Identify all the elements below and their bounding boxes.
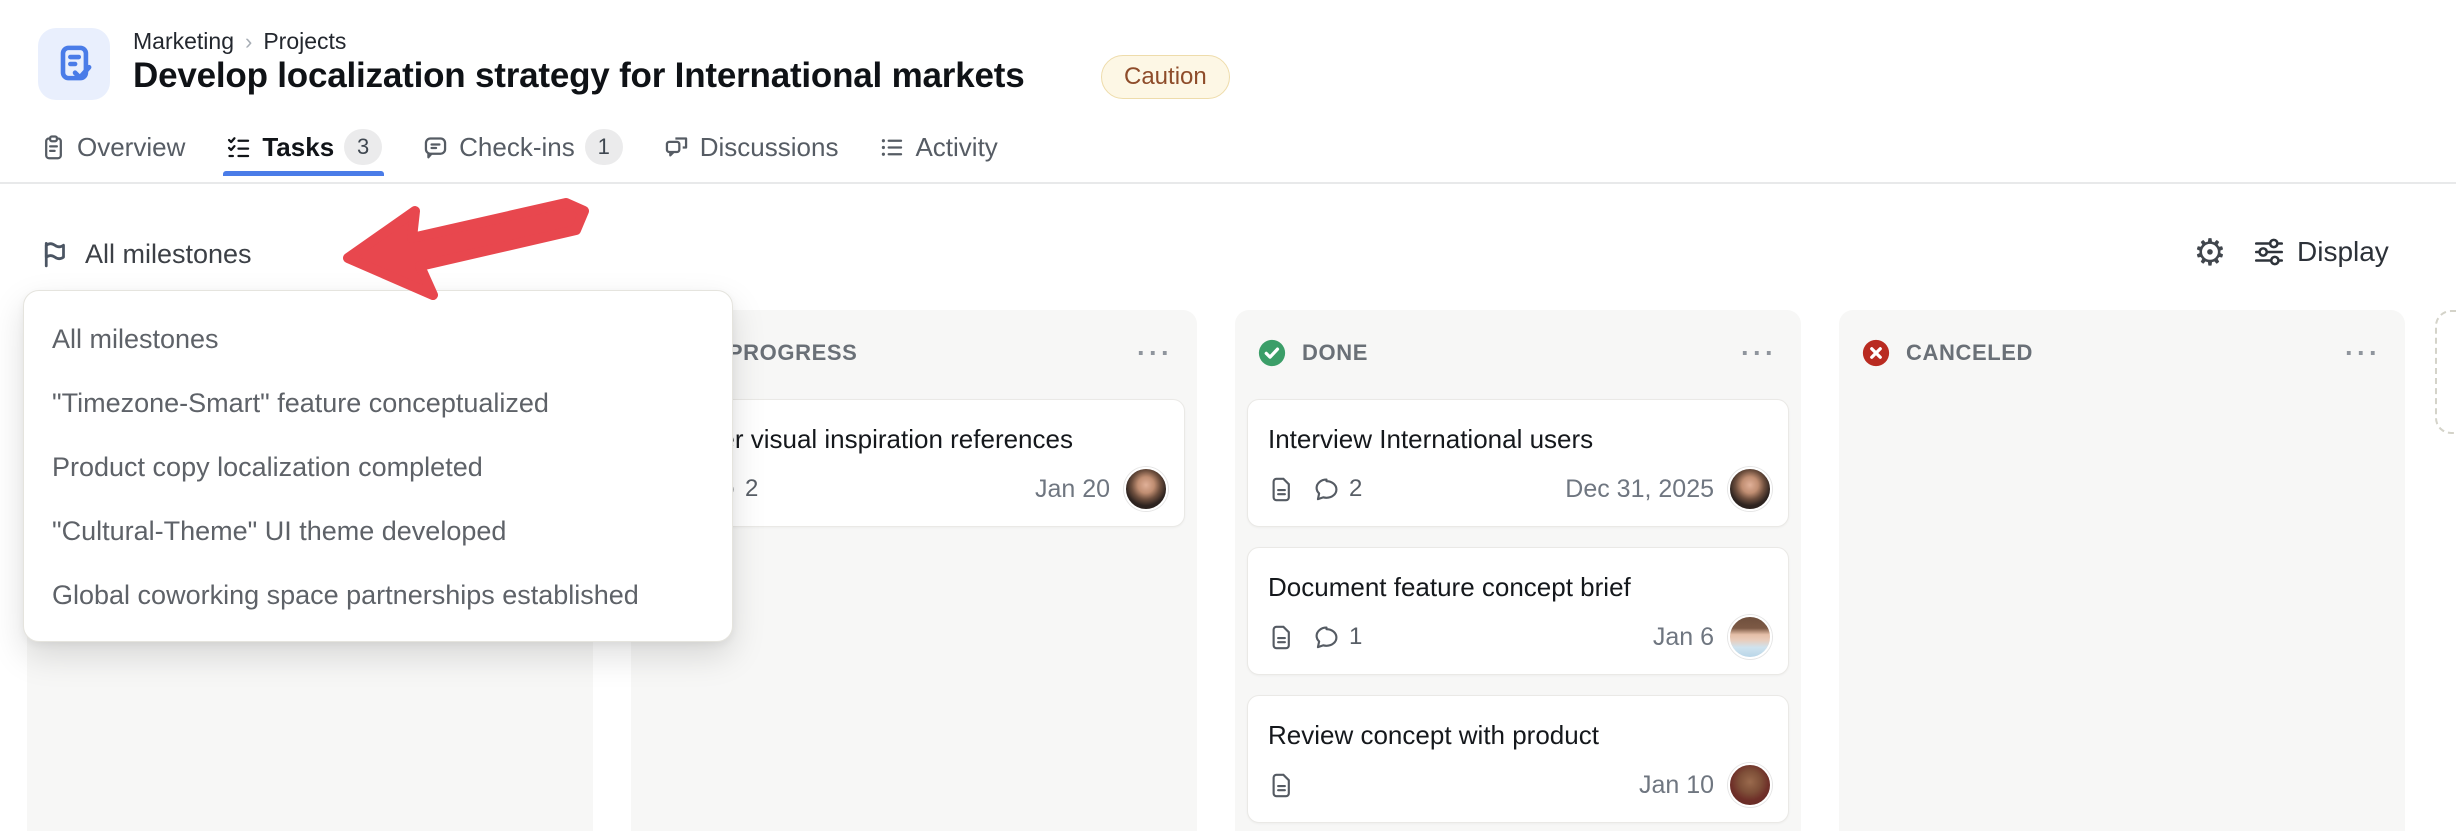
milestone-filter-label: All milestones — [85, 238, 252, 269]
canceled-x-icon — [1862, 339, 1890, 367]
description-icon — [1272, 477, 1290, 501]
breadcrumb-item-projects[interactable]: Projects — [263, 28, 346, 55]
assignee-avatar — [1728, 615, 1772, 659]
tab-label: Activity — [915, 131, 998, 162]
column-label: CANCELED — [1906, 340, 2034, 365]
card-meta: Jan 10 — [1268, 763, 1772, 807]
task-card[interactable]: Interview International users 2 Dec 31, … — [1247, 399, 1789, 527]
project-board-page: Marketing › Projects Develop localizatio… — [0, 0, 2456, 831]
speech-bubble-icon — [424, 136, 447, 158]
checklist-icon — [228, 136, 250, 157]
board-column-done: DONE ··· Interview International users 2… — [1235, 310, 1801, 831]
sliders-icon — [2254, 238, 2284, 266]
dropdown-item-timezone-smart[interactable]: "Timezone-Smart" feature conceptualized — [24, 371, 732, 435]
comment-icon — [1315, 478, 1338, 500]
tab-label: Discussions — [699, 131, 839, 162]
clipboard-icon — [45, 134, 62, 159]
card-meta: 1 Jan 6 — [1268, 615, 1772, 659]
description-icon — [1272, 625, 1290, 649]
column-menu-button[interactable]: ··· — [2345, 340, 2381, 367]
display-button[interactable]: Display — [2252, 232, 2389, 272]
tab-check-ins[interactable]: Check-ins 1 — [422, 129, 623, 165]
comments-indicator: 1 — [1313, 623, 1362, 651]
comments-indicator: 2 — [1313, 475, 1362, 503]
due-date: Jan 20 — [1034, 474, 1110, 503]
page-title: Develop localization strategy for Intern… — [133, 56, 1025, 95]
milestone-dropdown-menu: All milestones "Timezone-Smart" feature … — [23, 290, 733, 642]
column-menu-button[interactable]: ··· — [1137, 340, 1173, 367]
board-column-canceled: CANCELED ··· — [1839, 310, 2405, 831]
comment-count: 2 — [1349, 475, 1363, 502]
card-meta: 2 Jan 20 — [664, 467, 1168, 511]
task-card[interactable]: Review concept with product Jan 10 — [1247, 695, 1789, 823]
tab-label: Tasks — [262, 131, 335, 162]
tab-bar-divider — [0, 182, 2456, 184]
display-button-label: Display — [2297, 236, 2389, 267]
card-title: Review concept with product — [1268, 720, 1599, 750]
assignee-avatar — [1728, 763, 1772, 807]
due-date: Dec 31, 2025 — [1565, 474, 1714, 503]
comment-icon — [1315, 626, 1338, 648]
comment-count: 1 — [1349, 623, 1363, 650]
dropdown-item-global-coworking[interactable]: Global coworking space partnerships esta… — [24, 563, 732, 627]
dropdown-item-product-copy[interactable]: Product copy localization completed — [24, 435, 732, 499]
gear-icon: ⚙ — [2193, 231, 2227, 273]
card-title: Document feature concept brief — [1268, 572, 1631, 602]
chat-quote-icon — [665, 136, 687, 156]
tab-activity[interactable]: Activity — [878, 131, 998, 163]
milestone-filter-button[interactable]: All milestones — [40, 234, 252, 274]
task-card[interactable]: Document feature concept brief 1 Jan 6 — [1247, 547, 1789, 675]
activity-list-icon — [882, 138, 903, 156]
tab-bar: Overview Tasks 3 Check-ins 1 Discussions… — [40, 123, 998, 176]
tab-label: Overview — [77, 131, 186, 162]
card-title: Interview International users — [1268, 424, 1594, 454]
column-header: CANCELED ··· — [1861, 336, 2381, 370]
tab-count-badge: 1 — [584, 129, 623, 165]
document-check-icon — [60, 45, 92, 81]
tab-label: Check-ins — [459, 131, 575, 162]
dropdown-item-all-milestones[interactable]: All milestones — [24, 307, 732, 371]
status-badge-caution[interactable]: Caution — [1101, 55, 1230, 99]
breadcrumb: Marketing › Projects — [133, 28, 346, 55]
add-column-placeholder[interactable] — [2435, 310, 2456, 434]
dropdown-item-cultural-theme[interactable]: "Cultural-Theme" UI theme developed — [24, 499, 732, 563]
due-date: Jan 6 — [1652, 622, 1714, 651]
due-date: Jan 10 — [1638, 770, 1714, 799]
column-label: DONE — [1302, 340, 1368, 365]
column-menu-button[interactable]: ··· — [1741, 340, 1777, 367]
column-header: DONE ··· — [1257, 336, 1777, 370]
flag-icon — [44, 242, 65, 268]
done-check-icon — [1258, 339, 1286, 367]
tab-overview[interactable]: Overview — [40, 132, 185, 163]
card-meta: 2 Dec 31, 2025 — [1268, 467, 1772, 511]
breadcrumb-separator: › — [244, 28, 253, 54]
tab-count-badge: 3 — [344, 129, 383, 165]
assignee-avatar — [1728, 467, 1772, 511]
breadcrumb-item-marketing[interactable]: Marketing — [133, 28, 234, 55]
comment-count: 2 — [745, 475, 759, 502]
description-icon — [1272, 773, 1290, 797]
assignee-avatar — [1124, 467, 1168, 511]
tab-tasks[interactable]: Tasks 3 — [223, 129, 384, 176]
settings-gear-button[interactable]: ⚙ — [2188, 230, 2232, 274]
project-icon — [38, 28, 110, 100]
tab-discussions[interactable]: Discussions — [663, 131, 839, 163]
